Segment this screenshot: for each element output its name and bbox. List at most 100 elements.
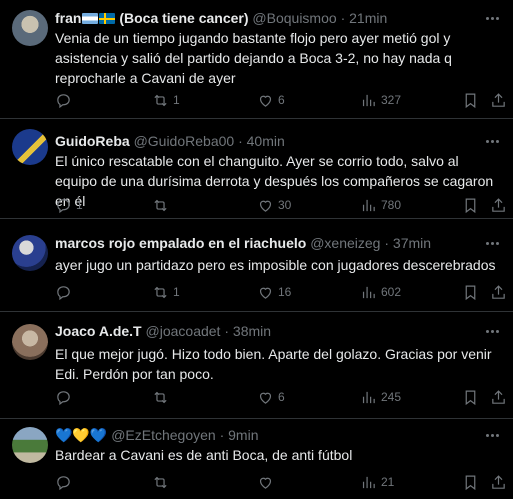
user-handle[interactable]: @EzEtchegoyen (111, 427, 216, 443)
bookmark-icon (465, 390, 476, 405)
avatar[interactable] (12, 324, 48, 360)
tweet-text: Bardear a Cavani es de anti Boca, de ant… (55, 447, 353, 463)
retweet-icon (154, 199, 167, 211)
bookmark-icon (465, 93, 476, 108)
more-icon[interactable] (483, 235, 501, 251)
reply-button[interactable]: 1 (55, 195, 83, 215)
retweet-count: 1 (173, 93, 180, 107)
display-name[interactable]: fran (Boca tiene cancer) (55, 10, 249, 26)
display-name[interactable]: 💙💛💙 (55, 427, 107, 443)
like-button[interactable]: 16 (257, 282, 291, 302)
like-button[interactable]: 6 (257, 90, 285, 110)
avatar[interactable] (12, 10, 48, 46)
retweet-button[interactable] (152, 472, 173, 492)
timestamp[interactable]: 37min (393, 235, 431, 251)
avatar[interactable] (12, 235, 48, 271)
reply-count: 1 (76, 198, 83, 212)
tweet-header: fran (Boca tiene cancer) @Boquismoo · 21… (55, 8, 483, 28)
views-icon (362, 391, 375, 403)
retweet-icon (154, 476, 167, 488)
more-icon[interactable] (483, 427, 501, 443)
like-button[interactable] (257, 472, 278, 492)
reply-feed: fran (Boca tiene cancer) @Boquismoo · 21… (0, 0, 513, 499)
display-name[interactable]: GuidoReba (55, 133, 130, 149)
share-button[interactable] (490, 387, 511, 407)
tweet-text: El que mejor jugó. Hizo todo bien. Apart… (55, 346, 492, 382)
tweet-actions: 1 6 327 (55, 90, 505, 110)
view-count: 327 (381, 93, 402, 107)
bookmark-button[interactable] (462, 282, 483, 302)
tweet[interactable]: GuidoReba @GuidoReba00 · 40min El único … (0, 119, 513, 219)
tweet[interactable]: marcos rojo empalado en el riachuelo @xe… (0, 219, 513, 312)
share-icon (492, 197, 505, 212)
avatar[interactable] (12, 129, 48, 165)
user-handle[interactable]: @joacoadet (146, 323, 221, 339)
bookmark-button[interactable] (462, 90, 483, 110)
bookmark-button[interactable] (462, 195, 483, 215)
separator-dot: · (224, 323, 230, 339)
timestamp[interactable]: 38min (233, 323, 271, 339)
tweet[interactable]: fran (Boca tiene cancer) @Boquismoo · 21… (0, 0, 513, 119)
view-count: 780 (381, 198, 402, 212)
bookmark-button[interactable] (462, 472, 483, 492)
user-handle[interactable]: @xeneizeg (310, 235, 380, 251)
like-count: 30 (278, 198, 292, 212)
retweet-button[interactable] (152, 195, 173, 215)
share-icon (492, 92, 505, 107)
user-handle[interactable]: @Boquismoo (252, 10, 336, 26)
like-icon (259, 392, 272, 404)
like-icon (259, 95, 272, 107)
tweet-actions: 21 (55, 472, 505, 492)
bookmark-icon (465, 475, 476, 490)
share-button[interactable] (490, 282, 511, 302)
views-icon (362, 286, 375, 298)
like-count: 6 (278, 93, 285, 107)
like-icon (259, 200, 272, 212)
bookmark-icon (465, 198, 476, 213)
share-icon (492, 284, 505, 299)
bookmark-button[interactable] (462, 387, 483, 407)
more-icon[interactable] (483, 133, 501, 149)
tweet[interactable]: 💙💛💙 @EzEtchegoyen · 9min Bardear a Cavan… (0, 419, 513, 499)
share-button[interactable] (490, 472, 511, 492)
timestamp[interactable]: 40min (247, 133, 285, 149)
like-icon (259, 287, 272, 299)
avatar[interactable] (12, 427, 48, 463)
tweet-actions: 1 16 602 (55, 282, 505, 302)
views-button[interactable]: 327 (360, 90, 401, 110)
user-handle[interactable]: @GuidoReba00 (134, 133, 235, 149)
views-button[interactable]: 21 (360, 472, 394, 492)
tweet[interactable]: Joaco A.de.T @joacoadet · 38min El que m… (0, 312, 513, 419)
timestamp[interactable]: 9min (228, 427, 258, 443)
views-button[interactable]: 245 (360, 387, 401, 407)
view-count: 602 (381, 285, 402, 299)
bookmark-icon (465, 285, 476, 300)
reply-button[interactable] (55, 282, 76, 302)
retweet-button[interactable] (152, 387, 173, 407)
display-name[interactable]: marcos rojo empalado en el riachuelo (55, 235, 306, 251)
share-button[interactable] (490, 195, 511, 215)
like-button[interactable]: 30 (257, 195, 291, 215)
like-button[interactable]: 6 (257, 387, 285, 407)
timestamp[interactable]: 21min (349, 10, 387, 26)
views-button[interactable]: 780 (360, 195, 401, 215)
more-icon[interactable] (483, 323, 501, 339)
views-button[interactable]: 602 (360, 282, 401, 302)
tweet-text: Venia de un tiempo jugando bastante floj… (55, 30, 452, 86)
share-icon (492, 389, 505, 404)
like-count: 16 (278, 285, 292, 299)
tweet-text: ayer jugo un partidazo pero es imposible… (55, 257, 496, 273)
reply-icon (57, 285, 70, 300)
retweet-button[interactable]: 1 (152, 282, 180, 302)
views-icon (362, 199, 375, 211)
like-icon (259, 477, 272, 489)
display-name[interactable]: Joaco A.de.T (55, 323, 142, 339)
retweet-button[interactable]: 1 (152, 90, 180, 110)
reply-button[interactable] (55, 90, 76, 110)
reply-button[interactable] (55, 472, 76, 492)
more-icon[interactable] (483, 10, 501, 26)
tweet-header: GuidoReba @GuidoReba00 · 40min (55, 131, 483, 151)
share-button[interactable] (490, 90, 511, 110)
reply-button[interactable] (55, 387, 76, 407)
sweden-flag-icon (99, 13, 116, 24)
